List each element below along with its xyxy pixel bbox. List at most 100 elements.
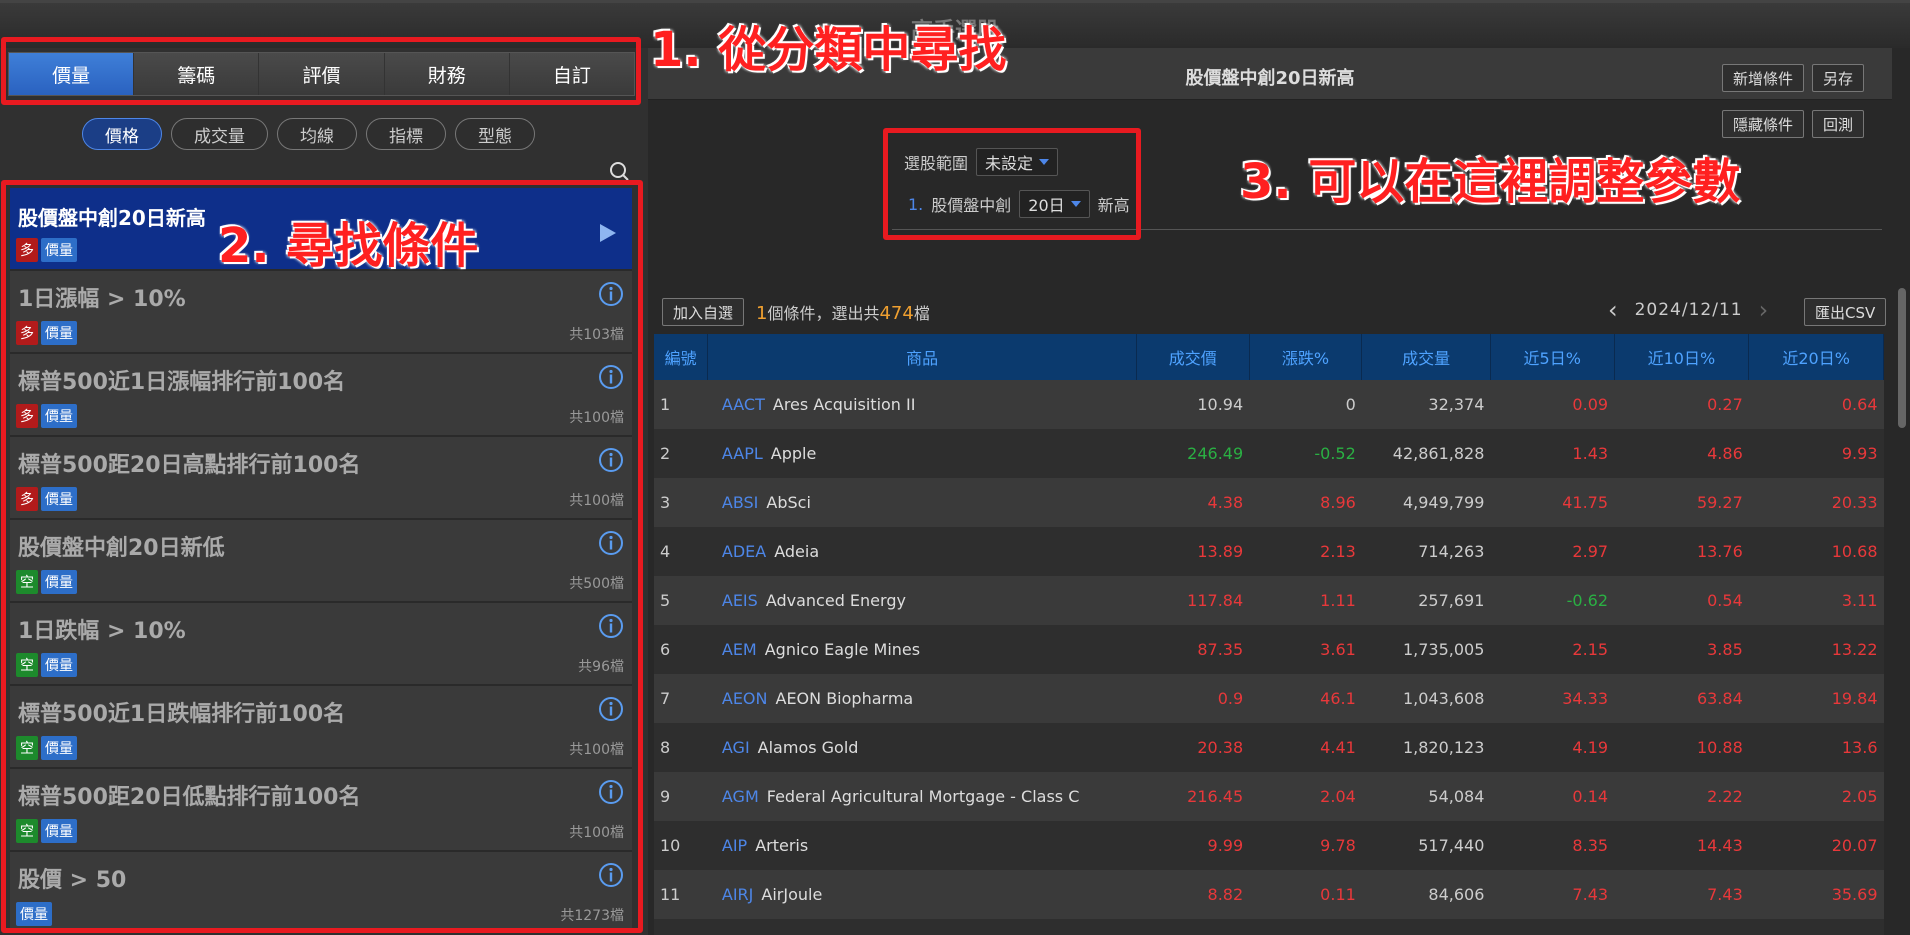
company-name: Alamos Gold — [757, 738, 859, 757]
change-20d-cell: 13.6 — [1841, 738, 1878, 757]
table-row[interactable]: 12 ALABAstera Labs 122.62 3.77 3,545,194… — [654, 919, 1884, 935]
change-5d-cell: 0.09 — [1572, 395, 1609, 414]
symbol-cell[interactable]: ADEA Adeia — [708, 527, 1137, 576]
subtab-pattern[interactable]: 型態 — [455, 118, 535, 150]
change-20d-cell: 19.84 — [1831, 689, 1878, 708]
symbol-cell[interactable]: AEM Agnico Eagle Mines — [708, 625, 1137, 674]
result-count: 474 — [879, 303, 914, 324]
table-row[interactable]: 5 AEIS Advanced Energy 117.84 1.11 257,69… — [654, 576, 1884, 625]
ticker: AEON — [721, 689, 768, 708]
volume-cell: 4,949,799 — [1402, 493, 1485, 512]
summary-unit: 檔 — [913, 304, 930, 323]
backtest-button[interactable]: 回測 — [1812, 110, 1865, 138]
change-20d-cell: 10.68 — [1831, 542, 1878, 561]
chevron-left-icon[interactable]: ‹ — [1608, 296, 1619, 324]
sub-tabs: 價格 成交量 均線 指標 型態 — [82, 118, 535, 150]
change-5d-cell: 6.38 — [1490, 919, 1614, 935]
table-row[interactable]: 1 AACT Ares Acquisition II 10.94 0 32,374… — [654, 380, 1884, 429]
hide-condition-button[interactable]: 隱藏條件 — [1722, 110, 1805, 138]
column-header[interactable]: 近5日% — [1490, 334, 1615, 380]
table-row[interactable]: 3 ABSI AbSci 4.38 8.96 4,949,799 41.75 59… — [654, 478, 1884, 527]
change-cell: 2.13 — [1320, 542, 1356, 561]
change-10d-cell: 14.43 — [1696, 836, 1743, 855]
symbol-cell[interactable]: ABSI AbSci — [708, 478, 1137, 527]
table-row[interactable]: 9 AGM Federal Agricultural Mortgage - Cla… — [654, 772, 1884, 821]
table-row[interactable]: 8 AGI Alamos Gold 20.38 4.41 1,820,123 4.… — [654, 723, 1884, 772]
ticker: AIRJ — [721, 885, 754, 904]
change-cell: 3.61 — [1320, 640, 1356, 659]
subtab-volume[interactable]: 成交量 — [171, 118, 268, 150]
price-cell: 87.35 — [1197, 640, 1244, 659]
change-10d-cell: 63.84 — [1696, 689, 1743, 708]
symbol-cell[interactable]: AEON AEON Biopharma — [708, 674, 1137, 723]
change-5d-cell: 7.43 — [1572, 885, 1609, 904]
result-table: 編號 商品 成交價 漲跌% 成交量 近5日% 近10日% 近20日% 1 AACT Ares A… — [654, 334, 1884, 935]
price-cell: 122.62 — [1136, 919, 1249, 935]
volume-cell: 3,545,194 — [1362, 919, 1491, 935]
add-condition-button[interactable]: 新增條件 — [1722, 64, 1805, 92]
change-5d-cell: 8.35 — [1572, 836, 1609, 855]
change-cell: -0.52 — [1314, 444, 1356, 463]
table-row[interactable]: 2 AAPL Apple 246.49 -0.52 42,861,828 1.43… — [654, 429, 1884, 478]
symbol-cell[interactable]: AAPL Apple — [708, 429, 1137, 478]
change-cell: 3.77 — [1249, 919, 1362, 935]
search-icon[interactable] — [608, 160, 630, 182]
annotation-box-3 — [883, 128, 1141, 240]
company-name: AEON Biopharma — [775, 689, 914, 708]
subtab-ma[interactable]: 均線 — [277, 118, 357, 150]
table-row[interactable]: 10 AIP Arteris 9.99 9.78 517,440 8.35 14.… — [654, 821, 1884, 870]
column-header[interactable]: 編號 — [654, 334, 709, 380]
change-cell: 2.04 — [1320, 787, 1356, 806]
symbol-cell[interactable]: AIP Arteris — [708, 821, 1137, 870]
symbol-cell[interactable]: AGI Alamos Gold — [708, 723, 1137, 772]
annotation-box-1 — [1, 37, 641, 105]
column-header[interactable]: 成交量 — [1361, 334, 1491, 380]
change-20d-cell: 3.11 — [1841, 591, 1878, 610]
table-row[interactable]: 11 AIRJ AirJoule 8.82 0.11 84,606 7.43 7.… — [654, 870, 1884, 919]
change-10d-cell: 2.22 — [1707, 787, 1743, 806]
symbol-cell[interactable]: ALABAstera Labs — [708, 919, 1137, 935]
change-10d-cell: 7.43 — [1707, 885, 1743, 904]
column-header[interactable]: 近10日% — [1614, 334, 1750, 380]
table-row[interactable]: 4 ADEA Adeia 13.89 2.13 714,263 2.97 13.7… — [654, 527, 1884, 576]
price-cell: 117.84 — [1187, 591, 1244, 610]
change-20d-cell: 9.93 — [1841, 444, 1878, 463]
row-number: 2 — [660, 444, 671, 463]
symbol-cell[interactable]: AIRJ AirJoule — [708, 870, 1137, 919]
table-row[interactable]: 6 AEM Agnico Eagle Mines 87.35 3.61 1,735… — [654, 625, 1884, 674]
column-header[interactable]: 漲跌% — [1249, 334, 1363, 380]
table-row[interactable]: 7 AEON AEON Biopharma 0.9 46.1 1,043,608 … — [654, 674, 1884, 723]
change-10d-cell: 4.86 — [1707, 444, 1743, 463]
symbol-cell[interactable]: AACT Ares Acquisition II — [708, 380, 1137, 429]
ticker: AGI — [721, 738, 750, 757]
table-body: 1 AACT Ares Acquisition II 10.94 0 32,374… — [654, 380, 1884, 935]
column-header[interactable]: 近20日% — [1748, 334, 1884, 380]
app-window: 高手選股 價量 籌碼 評價 財務 自訂 價格 成交量 均線 指標 型態 股價盤中… — [0, 0, 1910, 935]
column-header[interactable]: 商品 — [707, 334, 1137, 380]
column-header[interactable]: 成交價 — [1136, 334, 1250, 380]
price-cell: 10.94 — [1197, 395, 1244, 414]
symbol-cell[interactable]: AEIS Advanced Energy — [708, 576, 1137, 625]
subtab-indicator[interactable]: 指標 — [366, 118, 446, 150]
symbol-cell[interactable]: AGM Federal Agricultural Mortgage - Class… — [708, 772, 1137, 821]
add-watchlist-button[interactable]: 加入自選 — [662, 298, 745, 326]
change-5d-cell: 2.15 — [1572, 640, 1609, 659]
change-10d-cell: 16.25 — [1614, 919, 1749, 935]
chevron-right-icon[interactable]: › — [1759, 296, 1770, 324]
scrollbar[interactable] — [1898, 288, 1906, 428]
row-number: 4 — [660, 542, 671, 561]
company-name: Advanced Energy — [765, 591, 906, 610]
subtab-price[interactable]: 價格 — [82, 118, 162, 150]
change-10d-cell: 13.76 — [1696, 542, 1743, 561]
row-number: 9 — [660, 787, 671, 806]
change-20d-cell: 2.05 — [1841, 787, 1878, 806]
company-name: AbSci — [766, 493, 811, 512]
export-csv-button[interactable]: 匯出CSV — [1804, 298, 1887, 326]
annotation-1: 1. 從分類中尋找 — [650, 22, 1007, 78]
save-as-button[interactable]: 另存 — [1812, 64, 1865, 92]
ticker: AACT — [721, 395, 765, 414]
ticker: AAPL — [721, 444, 763, 463]
row-number: 7 — [660, 689, 671, 708]
company-name: Ares Acquisition II — [772, 395, 916, 414]
annotation-box-2 — [1, 180, 643, 933]
